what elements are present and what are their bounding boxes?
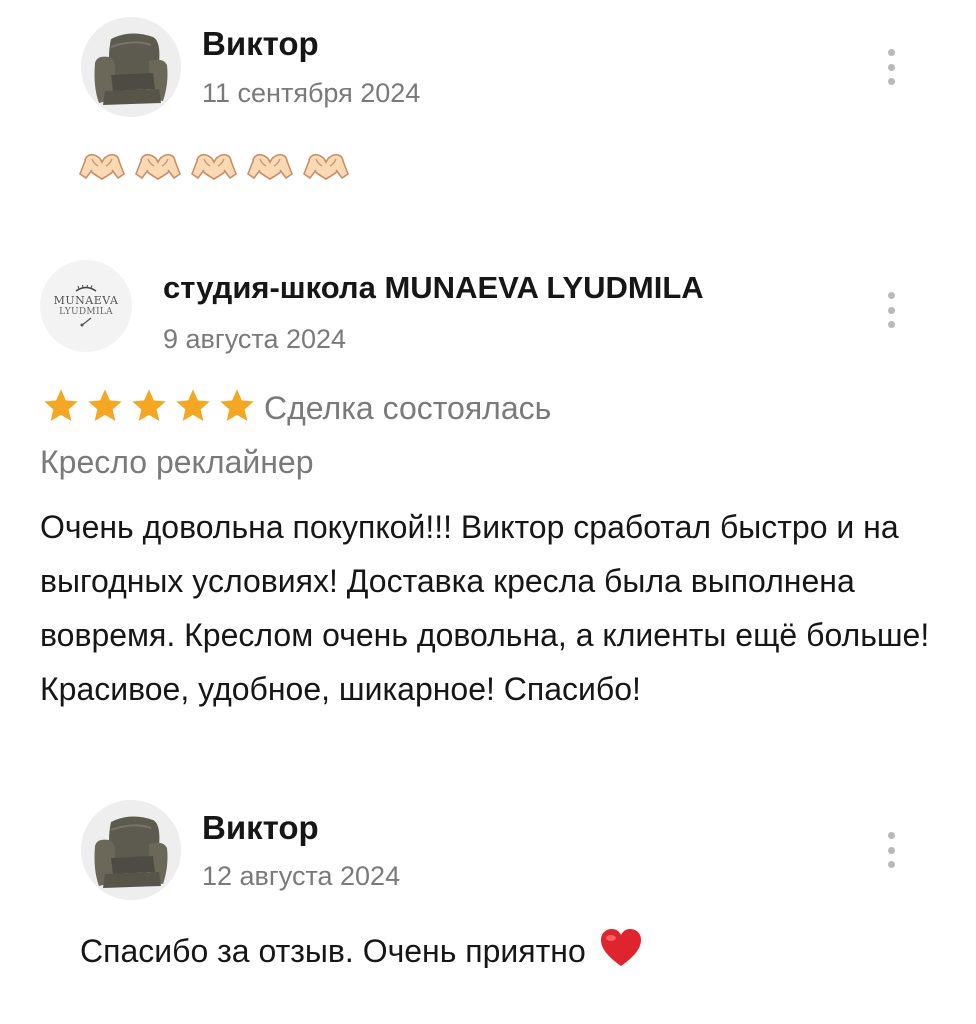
red-heart-icon [600,929,641,966]
eyelash-logo-icon [75,285,97,292]
dot-icon [887,321,895,328]
dot-icon [887,306,895,314]
armchair-avatar-icon [81,17,181,117]
dot-icon [887,292,895,299]
reply-text: Спасибо за отзыв. Очень приятно [80,933,586,968]
star-icon [128,386,170,426]
review-text: Очень довольна покупкой!!! Виктор сработ… [40,509,930,707]
star-icon [216,386,258,426]
author-name[interactable]: Виктор [202,808,319,848]
review-date: 12 августа 2024 [202,861,401,891]
brush-logo-icon [80,317,92,327]
logo-text-line2: LYUDMILA [59,307,113,317]
heart-hands-icon [246,150,294,182]
armchair-avatar-icon [81,800,181,900]
dot-icon [887,846,895,854]
reply-text-row: Спасибо за отзыв. Очень приятно [80,924,643,968]
author-name[interactable]: студия-школа MUNAEVA LYUDMILA [163,268,704,308]
dot-icon [887,861,895,868]
deal-status: Сделка состоялась [264,390,552,426]
review-date: 11 сентября 2024 [202,78,421,108]
star-icon [40,386,82,426]
dot-icon [887,832,895,839]
reaction-emoji-row [78,150,350,182]
item-title[interactable]: Кресло реклайнер [40,442,314,482]
review-date: 9 августа 2024 [163,324,347,354]
heart-hands-icon [134,150,182,182]
star-icon [172,386,214,426]
more-options-button[interactable] [884,49,898,85]
more-options-button[interactable] [884,832,898,868]
seller-avatar[interactable] [81,17,181,117]
author-name[interactable]: Виктор [202,24,319,64]
dot-icon [887,63,895,71]
star-rating [40,386,258,426]
more-options-button[interactable] [884,292,898,328]
heart-hands-icon [302,150,350,182]
star-icon [84,386,126,426]
heart-hands-icon [190,150,238,182]
dot-icon [887,49,895,56]
buyer-avatar[interactable]: MUNAEVA LYUDMILA [40,260,132,352]
seller-avatar[interactable] [81,800,181,900]
dot-icon [887,78,895,85]
heart-hands-icon [78,150,126,182]
logo-text-line1: MUNAEVA [53,294,119,307]
